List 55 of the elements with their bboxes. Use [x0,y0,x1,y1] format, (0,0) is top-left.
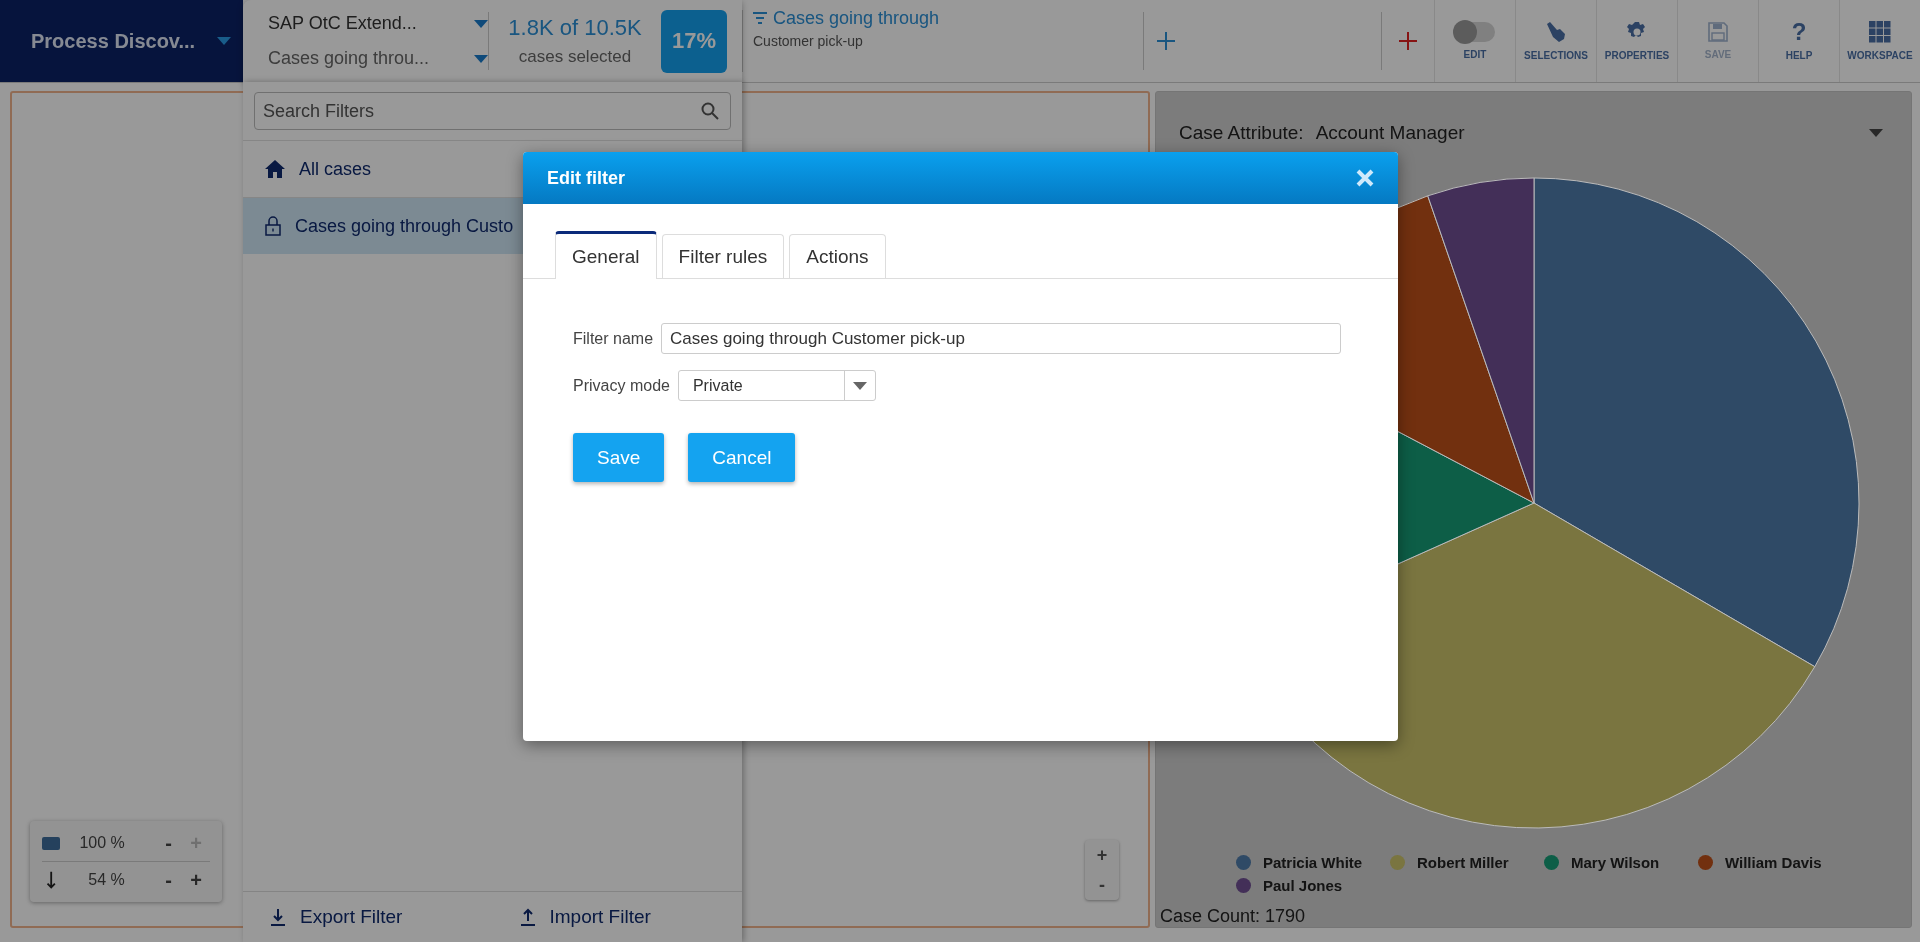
plus-icon [1398,31,1418,51]
zoom-button[interactable]: + [1085,840,1119,870]
search-icon [701,102,719,120]
download-icon [270,908,286,926]
minus-button[interactable]: - [154,868,183,892]
caret-icon [217,37,232,45]
app-menu[interactable]: Process Discov... [0,0,243,82]
legend-label: Mary Wilson [1571,854,1660,871]
legend-label: Patricia White [1263,854,1363,871]
zoom-button[interactable]: - [1085,870,1119,900]
caret-icon [474,19,488,28]
search-field[interactable]: Search Filters [254,92,731,130]
caret-icon [852,381,867,390]
filter-name-field[interactable]: Cases going through Customer pick-up [661,323,1342,354]
filter-title[interactable]: Cases going through [773,8,940,29]
hand-pointer-icon [1545,21,1567,43]
plus-button[interactable]: + [182,868,210,892]
case-count: 1.8K of 10.5K [508,15,642,41]
legend-label: Robert Miller [1417,854,1509,871]
toggle-switch[interactable] [1455,22,1495,42]
privacy-dropdown[interactable]: Private [677,370,876,401]
percent-badge: 17% [661,9,727,73]
attribute-label: Case Attribute: [1179,122,1304,144]
help-icon: ? [1791,21,1807,43]
footer-button[interactable]: Export Filter [243,905,493,929]
grid-icon [1869,21,1891,43]
home-icon [265,160,285,178]
dialog-button[interactable]: Cancel [688,433,796,482]
count-caption: cases selected [518,47,632,67]
caret-icon [1869,129,1883,137]
case-count-footer: Case Count: 1790 [1156,894,1911,927]
minus-button[interactable]: - [154,831,183,855]
dialog-title: Edit filter [547,167,625,189]
close-button[interactable] [1356,169,1374,187]
legend-label: William Davis [1725,854,1822,871]
lock-icon [265,216,281,236]
tab[interactable]: Actions [789,234,886,278]
attribute-dropdown[interactable]: Account Manager [1315,122,1857,144]
upload-icon [519,908,536,926]
caret-icon [474,54,488,63]
zoom-value: 54 % [87,871,125,889]
dialog-button[interactable]: Save [573,433,665,482]
filter-subtitle: Customer pick-up [753,33,864,49]
tab[interactable]: Filter rules [661,234,785,278]
filter-icon [753,12,767,25]
tab[interactable]: General [555,231,657,279]
plus-icon [1156,31,1176,51]
legend-label: Paul Jones [1263,877,1343,894]
dataset-dropdown[interactable]: SAP OtC Extend... [268,13,488,34]
filter-dropdown[interactable]: Cases going throu... [268,48,488,69]
color-swatch-icon [42,836,61,850]
footer-button[interactable]: Import Filter [492,905,742,929]
field-label: Privacy mode [573,376,670,395]
zoom-value: 100 % [78,834,125,852]
field-label: Filter name [573,329,654,348]
